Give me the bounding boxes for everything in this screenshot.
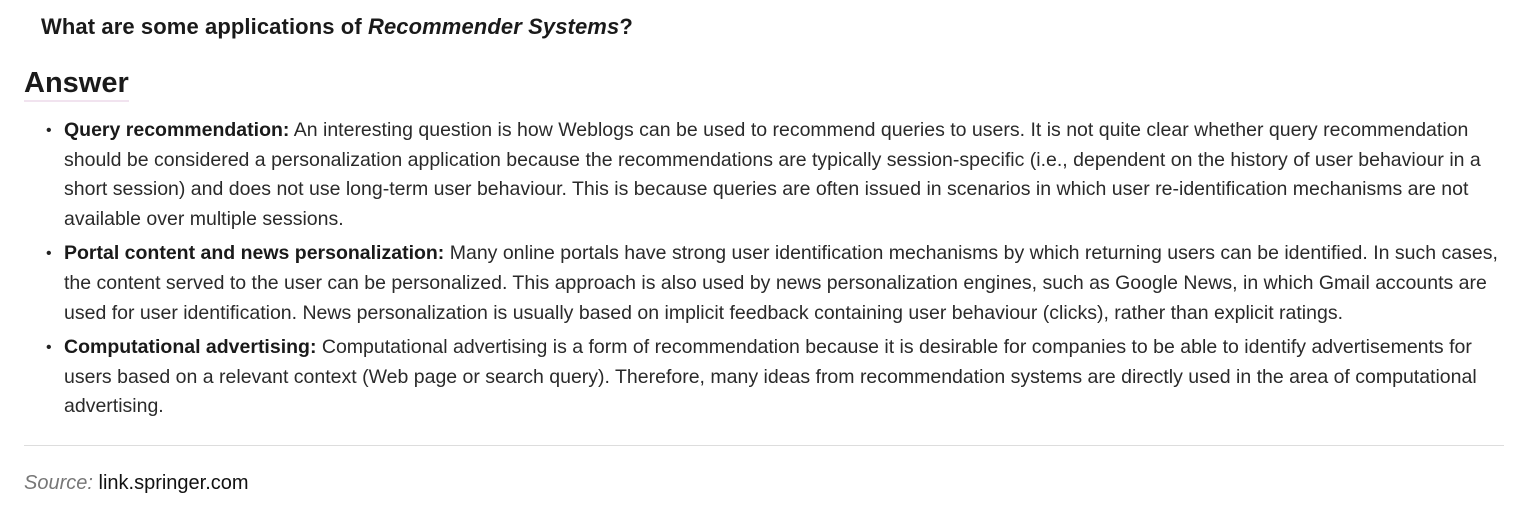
answer-item-portal-personalization: • Portal content and news personalization… [46, 239, 1512, 328]
qa-page: What are some applications of Recommende… [0, 0, 1532, 520]
answer-item-term: Computational advertising: [64, 336, 317, 359]
answer-list: • Query recommendation: An interesting qu… [46, 116, 1512, 427]
bullet-icon: • [46, 122, 52, 139]
question-prefix: What are some applications of [41, 14, 368, 39]
bullet-icon: • [46, 339, 52, 357]
question-suffix: ? [619, 14, 633, 39]
answer-item-computational-advertising: • Computational advertising: Computationa… [46, 333, 1512, 422]
question-title: What are some applications of Recommende… [41, 14, 633, 40]
answer-item-query-recommendation: • Query recommendation: An interesting qu… [46, 116, 1512, 234]
question-emphasis: Recommender Systems [367, 14, 620, 39]
source-value: link.springer.com [98, 472, 249, 494]
answer-item-term: Portal content and news personalization: [64, 242, 445, 265]
source-label: Source: [24, 472, 93, 494]
bullet-icon: • [46, 245, 52, 263]
source-line: Source: link.springer.com [24, 472, 249, 495]
answer-item-term: Query recommendation: [64, 119, 290, 141]
divider [24, 445, 1504, 446]
answer-heading: Answer [24, 66, 129, 102]
